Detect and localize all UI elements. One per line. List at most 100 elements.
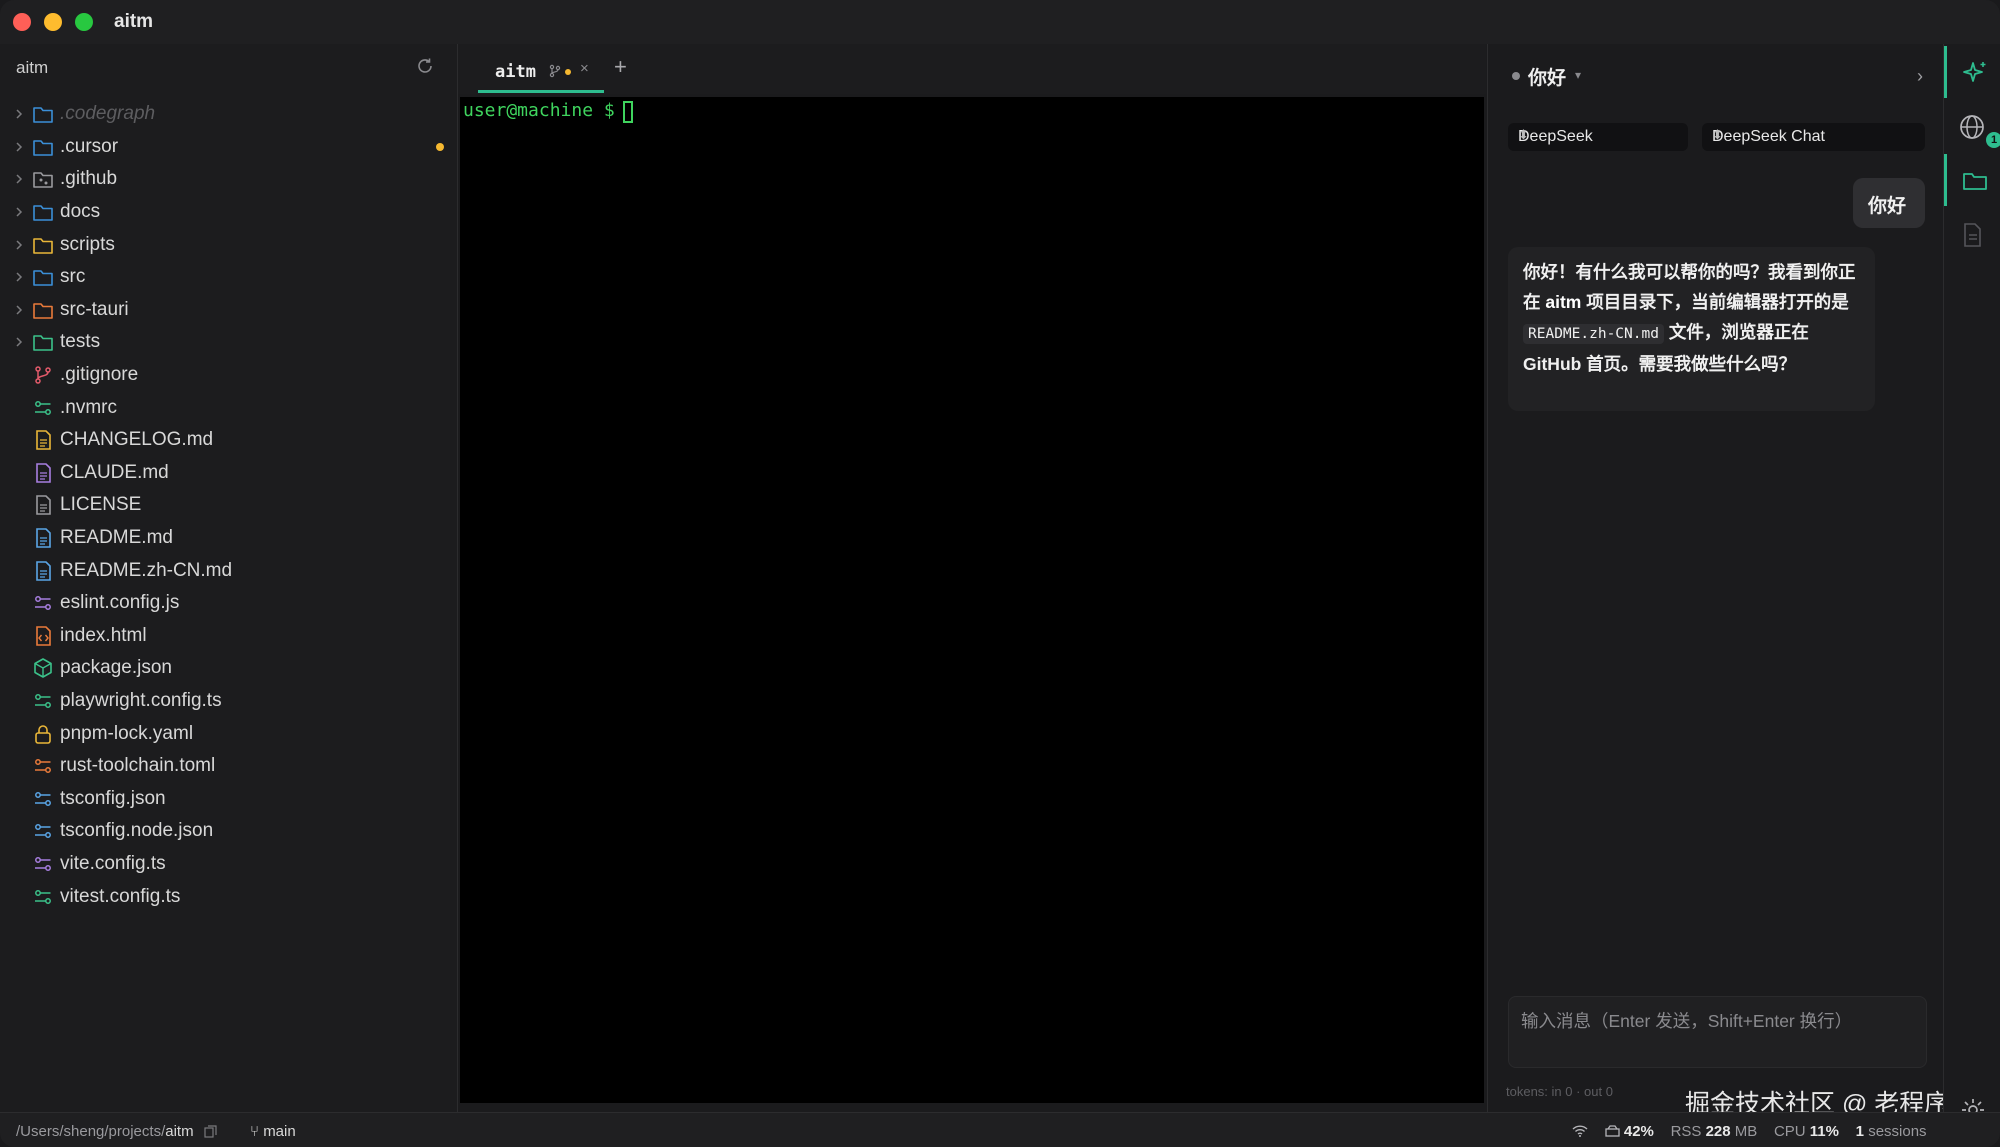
folder-row[interactable]: src [0,261,457,294]
sessions-count: 1 [1855,1123,1865,1140]
folder-row[interactable]: .codegraph [0,98,457,131]
file-row[interactable]: .nvmrc [0,391,457,424]
folder-row[interactable]: .github [0,163,457,196]
tab-close-icon[interactable]: × [580,60,589,77]
zoom-window-button[interactable] [75,13,93,31]
file-row[interactable]: pnpm-lock.yaml [0,717,457,750]
chevron-down-icon[interactable]: ▾ [1575,68,1581,82]
file-name: pnpm-lock.yaml [60,722,194,744]
file-name: README.zh-CN.md [60,559,233,581]
file-name: .codegraph [60,103,156,125]
file-name: vite.config.ts [60,852,166,874]
folder-icon [33,172,53,189]
file-row[interactable]: tsconfig.node.json [0,815,457,848]
file-row[interactable]: README.md [0,522,457,555]
provider-select[interactable]: DeepSeek ⬍ [1508,123,1688,151]
package-icon [34,658,52,679]
notification-badge: 1 [1986,132,2000,148]
file-row[interactable]: package.json [0,652,457,685]
sparkle-icon [1963,62,1986,82]
browser-button[interactable]: 1 [1944,100,2000,152]
user-message-text: 你好 [1868,196,1907,217]
file-row[interactable]: CHANGELOG.md [0,424,457,457]
folder-row[interactable]: tests [0,326,457,359]
file-row[interactable]: index.html [0,620,457,653]
file-name: index.html [60,624,147,646]
chevron-right-icon[interactable] [12,335,26,349]
config-icon [35,824,51,839]
file-name: tests [60,331,101,353]
file-name: .cursor [60,135,119,157]
file-row[interactable]: CLAUDE.md [0,457,457,490]
chevron-right-icon[interactable] [12,107,26,121]
chevron-right-icon[interactable] [12,140,26,154]
tab-bar: aitm × + [458,44,1486,94]
ai-assistant-button[interactable] [1944,46,2000,98]
message-input[interactable] [1509,997,1926,1067]
folder-row[interactable]: .cursor [0,131,457,164]
file-row[interactable]: rust-toolchain.toml [0,750,457,783]
file-row[interactable]: LICENSE [0,489,457,522]
config-icon [35,857,51,871]
branch-name: main [263,1123,296,1140]
file-name: docs [60,201,101,223]
git-branch[interactable]: ⑂ main [250,1123,296,1140]
ai-inline-code: README.zh-CN.md [1523,324,1664,344]
explorer-button[interactable] [1944,154,2000,206]
chevron-right-icon[interactable]: › [1917,66,1923,87]
config-icon [35,694,51,708]
tab-label: aitm [495,62,536,82]
chevron-right-icon[interactable] [12,270,26,284]
window-title: aitm [114,11,154,32]
folder-icon [33,303,53,319]
file-row[interactable]: vite.config.ts [0,848,457,881]
file-row[interactable]: eslint.config.js [0,587,457,620]
file-row[interactable]: README.zh-CN.md [0,554,457,587]
folder-row[interactable]: docs [0,196,457,229]
lock-icon [35,724,51,744]
doc-icon [36,560,51,581]
git-branch-icon: ⑂ [250,1123,260,1140]
chevron-right-icon[interactable] [12,172,26,186]
rss-label: RSS [1670,1123,1702,1140]
folder-row[interactable]: scripts [0,228,457,261]
chat-input[interactable] [1508,996,1927,1068]
chevron-right-icon[interactable] [12,205,26,219]
chat-title[interactable]: 你好 [1528,63,1566,90]
ai-chat-panel: 你好 ▾ › DeepSeek ⬍ DeepSeek Chat ⬍ 你好 你好！… [1487,44,1974,1118]
file-tree: .codegraph .cursor .github docs scripts src sr… [0,98,457,913]
copy-icon[interactable] [204,1125,217,1138]
folder-icon [33,205,53,221]
folder-icon [33,237,53,254]
chevron-right-icon[interactable] [12,303,26,317]
config-icon [35,889,51,904]
file-row[interactable]: playwright.config.ts [0,685,457,718]
close-window-button[interactable] [13,13,31,31]
file-name: CLAUDE.md [60,461,169,483]
file-name: .nvmrc [60,396,117,418]
terminal[interactable]: user@machine $ [460,97,1484,1103]
folder-row[interactable]: src-tauri [0,294,457,327]
cpu-label: CPU [1773,1123,1806,1140]
model-select[interactable]: DeepSeek Chat ⬍ [1702,123,1925,151]
title-bar: aitm [0,0,2000,44]
file-name: src [60,266,86,288]
file-row[interactable]: .gitignore [0,359,457,392]
file-row[interactable]: tsconfig.json [0,782,457,815]
document-button[interactable] [1944,208,2000,260]
tab-aitm[interactable]: aitm × [468,52,604,93]
folder-icon [33,335,53,352]
chevron-right-icon[interactable] [12,238,26,252]
file-name: README.md [60,527,173,549]
folder-icon [33,140,53,156]
minimize-window-button[interactable] [44,13,62,31]
add-tab-button[interactable]: + [614,54,627,80]
file-name: playwright.config.ts [60,689,222,711]
ai-text-part: 项目目录下，当前编辑器打开的是 [1581,292,1849,312]
doc-icon [36,463,51,483]
file-row[interactable]: vitest.config.ts [0,880,457,913]
file-name: CHANGELOG.md [60,429,214,451]
project-path[interactable]: /Users/sheng/projects/aitm [16,1123,217,1140]
refresh-icon[interactable] [415,56,435,76]
active-tab-indicator [478,90,604,93]
